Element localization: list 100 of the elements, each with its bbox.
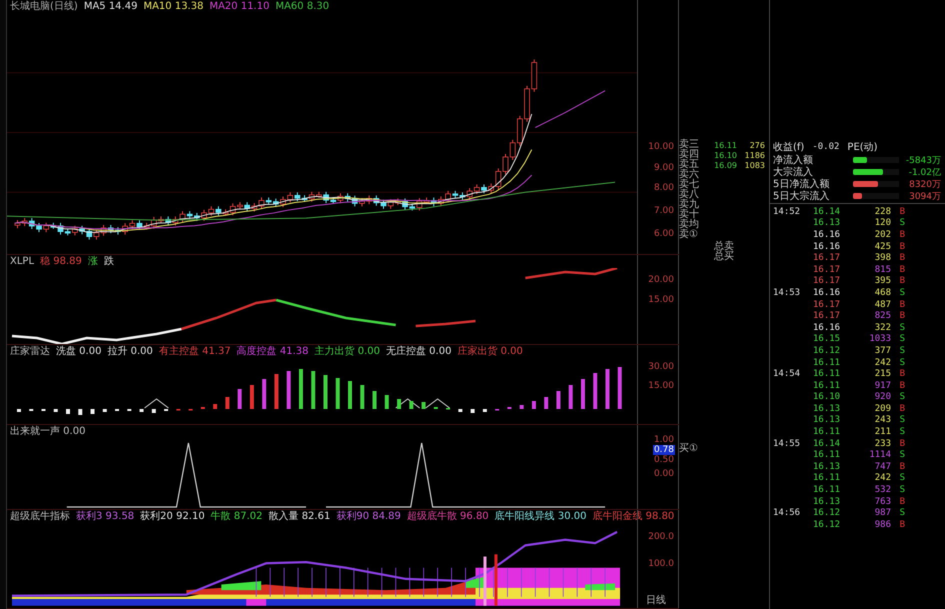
tick-volume: 228	[874, 206, 891, 217]
indicator-bar	[66, 409, 70, 414]
indicator-bar	[520, 405, 524, 409]
tick-volume: 395	[874, 276, 891, 286]
tick-price: 16.11	[813, 369, 842, 380]
tick-price: 16.16	[813, 242, 842, 252]
indicator-bar	[593, 373, 598, 409]
indicator-bar	[372, 391, 377, 409]
tick-volume: 532	[874, 485, 891, 496]
tick-price: 16.15	[813, 334, 842, 344]
stat-label: PE(动)	[847, 140, 878, 154]
tick-price: 16.14	[813, 206, 842, 217]
indicator-bar	[152, 409, 156, 413]
indicator-value: 涨	[88, 256, 98, 268]
tick-side: B	[898, 206, 905, 217]
indicator-bar	[495, 409, 500, 410]
tick-price: 16.11	[813, 427, 842, 438]
indicator-bar	[324, 375, 328, 409]
axis-label: 0.00	[652, 468, 675, 479]
tick-side: S	[898, 392, 905, 402]
tick-price: 16.17	[813, 300, 842, 310]
indicator-value: MA20 11.10	[209, 0, 270, 12]
indicator-bar	[200, 407, 205, 409]
tick-volume: 917	[874, 380, 891, 391]
flow-value: -1.02亿	[908, 166, 942, 178]
indicator-value: 稳 98.89	[40, 256, 82, 268]
indicator-bar	[188, 409, 193, 410]
indicator-bar	[311, 371, 316, 409]
tick-side: S	[898, 322, 905, 333]
indicator-value: 有主控盘 41.37	[158, 346, 231, 358]
tick-price: 16.12	[813, 346, 842, 356]
indicator-bar	[127, 409, 132, 411]
tick-side: B	[898, 300, 905, 310]
indicator-bar	[16, 409, 21, 412]
indicator-bar	[262, 379, 266, 409]
indicator-value: 出来就一声 0.00	[10, 426, 86, 438]
indicator-value: 无庄控盘 0.00	[386, 346, 452, 358]
flow-value: -5843万	[904, 154, 942, 166]
tick-volume: 242	[874, 358, 891, 368]
tick-side: B	[898, 520, 905, 530]
tick-price: 16.13	[813, 415, 842, 426]
tick-side: S	[898, 346, 905, 356]
indicator-bar	[470, 409, 475, 413]
tick-price: 16.13	[813, 462, 842, 472]
tick-side: B	[898, 438, 905, 449]
indicator-value: XLPL	[10, 256, 34, 268]
tick-time: 14:54	[773, 369, 802, 380]
moving-average-line	[534, 90, 606, 128]
tick-side: B	[898, 276, 905, 286]
indicator-bar	[532, 401, 536, 409]
tick-time: 14:52	[773, 206, 802, 217]
tick-volume: 987	[874, 508, 891, 518]
tick-time: 14:53	[773, 288, 802, 298]
order-volume: 1186	[744, 150, 765, 160]
indicator-value: 超级底牛指标	[10, 510, 70, 522]
axis-label: 15.00	[647, 295, 675, 306]
tick-volume: 120	[874, 218, 891, 228]
tick-side: S	[898, 358, 905, 368]
tick-price: 16.13	[813, 496, 842, 507]
tick-price: 16.12	[813, 520, 842, 530]
axis-label: 7.00	[652, 206, 675, 216]
tick-side: S	[898, 508, 905, 518]
indicator-bar	[250, 385, 254, 409]
tick-volume: 242	[874, 473, 891, 484]
indicator-value: 获利90 84.89	[336, 510, 401, 522]
axis-label: 100.0	[647, 559, 675, 569]
tick-time: 14:55	[773, 438, 802, 449]
tick-side: B	[898, 496, 905, 507]
order-level-label: 卖四	[679, 150, 700, 160]
indicator-bar	[507, 407, 512, 409]
axis-label: 10.00	[647, 142, 675, 152]
indicator-bar	[580, 379, 585, 409]
order-volume: 276	[748, 140, 765, 150]
indicator-bar	[102, 409, 107, 412]
order-level-label: 卖十	[679, 210, 700, 220]
axis-label: 6.00	[652, 228, 675, 239]
indicator-bar	[618, 367, 622, 409]
indicator-bar	[238, 389, 242, 409]
flow-value: 3094万	[908, 190, 942, 202]
tick-volume: 825	[874, 311, 891, 322]
indicator-bar	[568, 385, 573, 409]
tick-price: 16.16	[813, 288, 842, 298]
period-label: 日线	[646, 594, 666, 607]
chart-title: 长城电脑(日线)	[10, 0, 78, 12]
axis-label: 0.50	[652, 455, 675, 466]
tick-price: 16.11	[813, 358, 842, 368]
tick-volume: 487	[874, 300, 891, 310]
tick-price: 16.16	[813, 230, 842, 240]
tick-volume: 398	[874, 253, 891, 264]
flow-label: 5日大宗流入	[773, 190, 830, 203]
indicator-bar	[213, 404, 218, 409]
indicator-bar	[409, 401, 414, 409]
order-level-label: 卖七	[679, 180, 700, 190]
tick-price: 16.17	[813, 311, 842, 322]
tick-side: S	[898, 334, 905, 344]
indicator-bar	[360, 385, 364, 409]
indicator-value: MA10 13.38	[143, 0, 204, 12]
indicator-value: 庄家雷达	[10, 346, 50, 358]
indicator-bar	[556, 391, 560, 409]
tick-price: 16.17	[813, 276, 842, 286]
